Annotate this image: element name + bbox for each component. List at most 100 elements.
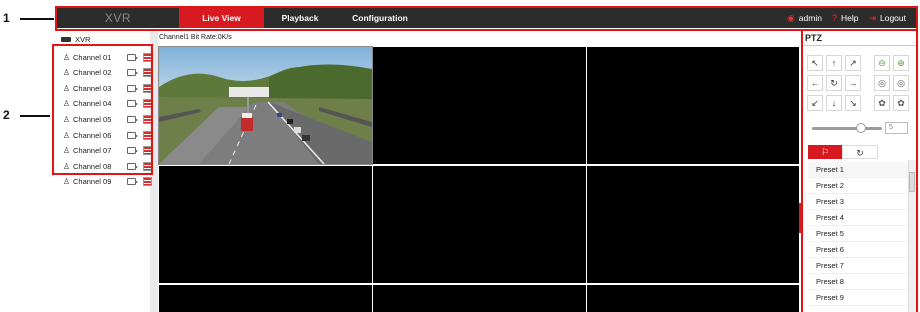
focus-near-icon[interactable]: ◎ (874, 75, 890, 91)
channel-label: Channel 04 (73, 99, 112, 109)
alarm-output-icon[interactable] (143, 68, 152, 78)
preset-item[interactable]: Preset 4 (808, 210, 908, 226)
camera-channel-icon: ♙ (62, 177, 71, 187)
tree-channel-item[interactable]: ♙ Channel 05 (62, 112, 152, 126)
channel-label: Channel 08 (73, 161, 112, 171)
channel-label: Channel 06 (73, 130, 112, 140)
alarm-output-icon[interactable] (143, 83, 152, 93)
alarm-output-icon[interactable] (143, 161, 152, 171)
logout-icon: ⇥ (868, 12, 876, 23)
tree-channel-item[interactable]: ♙ Channel 08 (62, 159, 152, 173)
video-cell-9[interactable] (587, 285, 799, 312)
record-icon[interactable] (127, 115, 138, 123)
preset-item[interactable]: Preset 2 (808, 178, 908, 194)
tree-channel-item[interactable]: ♙ Channel 07 (62, 144, 152, 158)
tree-channel-item[interactable]: ♙ Channel 06 (62, 128, 152, 142)
alarm-output-icon[interactable] (143, 177, 152, 187)
ptz-speed-input[interactable]: 5 (885, 122, 908, 134)
top-navigation-bar: XVR Live View Playback Configuration ◉ a… (57, 8, 916, 28)
logout-label: Logout (880, 13, 906, 23)
tab-live-view[interactable]: Live View (179, 8, 264, 28)
video-cell-3[interactable] (587, 47, 799, 164)
preset-scrollbar-thumb[interactable] (909, 172, 915, 192)
video-cell-1[interactable] (158, 46, 373, 165)
focus-far-icon[interactable]: ◎ (893, 75, 909, 91)
record-icon[interactable] (127, 84, 138, 92)
channel-label: Channel 09 (73, 177, 112, 187)
tree-channel-item[interactable]: ♙ Channel 02 (62, 66, 152, 80)
highway-camera-feed (159, 47, 372, 164)
camera-channel-icon: ♙ (62, 130, 71, 140)
preset-item[interactable]: Preset 9 (808, 290, 908, 306)
camera-channel-icon: ♙ (62, 99, 71, 109)
channel-label: Channel 02 (73, 68, 112, 78)
channel-label: Channel 07 (73, 146, 112, 156)
tab-presets[interactable]: ⚐ (808, 145, 842, 159)
video-cell-2[interactable] (373, 47, 586, 164)
tree-root-xvr[interactable]: XVR (61, 35, 90, 44)
alarm-output-icon[interactable] (143, 99, 152, 109)
record-icon[interactable] (127, 162, 138, 170)
tree-root-label: XVR (75, 35, 91, 44)
ptz-auto-scan-button[interactable]: ↻ (826, 75, 842, 91)
ptz-down-left-button[interactable]: ↙ (807, 95, 823, 111)
video-cell-4[interactable] (159, 166, 372, 283)
help-button[interactable]: ? Help (832, 13, 859, 23)
tree-channel-item[interactable]: ♙ Channel 04 (62, 97, 152, 111)
ptz-speed-slider-handle[interactable] (856, 123, 866, 133)
record-icon[interactable] (127, 100, 138, 108)
preset-item[interactable]: Preset 1 (808, 162, 908, 178)
alarm-output-icon[interactable] (143, 146, 152, 156)
tree-channel-item[interactable]: ♙ Channel 01 (62, 50, 152, 64)
preset-item[interactable]: Preset 3 (808, 194, 908, 210)
zoom-out-icon[interactable]: ⊖ (874, 55, 890, 71)
record-icon[interactable] (127, 147, 138, 155)
record-icon[interactable] (127, 69, 138, 77)
ptz-up-left-button[interactable]: ↖ (807, 55, 823, 71)
preset-item[interactable]: Preset 6 (808, 242, 908, 258)
record-icon[interactable] (127, 131, 138, 139)
user-account-button[interactable]: ◉ admin (787, 13, 822, 24)
ptz-up-button[interactable]: ↑ (826, 55, 842, 71)
username-label: admin (798, 13, 822, 23)
video-grid (158, 45, 799, 312)
iris-close-icon[interactable]: ✿ (874, 95, 890, 111)
preset-item[interactable]: Preset 5 (808, 226, 908, 242)
logout-button[interactable]: ⇥ Logout (868, 13, 906, 24)
tab-cruise[interactable]: ↻ (842, 145, 878, 159)
tab-configuration[interactable]: Configuration (336, 8, 424, 28)
ptz-divider (803, 45, 916, 46)
iris-open-icon[interactable]: ✿ (893, 95, 909, 111)
app-logo: XVR (104, 11, 132, 25)
ptz-up-right-button[interactable]: ↗ (845, 55, 861, 71)
alarm-output-icon[interactable] (143, 52, 152, 62)
preset-list: Preset 1 Preset 2 Preset 3 Preset 4 Preset 5… (808, 162, 908, 306)
video-cell-5[interactable] (373, 166, 586, 283)
ptz-speed-slider[interactable] (812, 127, 882, 130)
ptz-title: PTZ (805, 33, 822, 43)
ptz-down-button[interactable]: ↓ (826, 95, 842, 111)
zoom-in-icon[interactable]: ⊕ (893, 55, 909, 71)
record-icon[interactable] (127, 178, 138, 186)
ptz-left-button[interactable]: ← (807, 75, 823, 91)
callout-number-2: 2 (3, 108, 10, 122)
callout-number-1: 1 (3, 11, 10, 25)
alarm-output-icon[interactable] (143, 114, 152, 124)
video-cell-6[interactable] (587, 166, 799, 283)
camera-channel-icon: ♙ (62, 83, 71, 93)
video-cell-7[interactable] (159, 285, 372, 312)
alarm-output-icon[interactable] (143, 130, 152, 140)
help-label: Help (840, 13, 859, 23)
channel-label: Channel 05 (73, 114, 112, 124)
channel-label: Channel 01 (73, 52, 112, 62)
tree-channel-item[interactable]: ♙ Channel 03 (62, 81, 152, 95)
tab-playback[interactable]: Playback (264, 8, 336, 28)
ptz-right-button[interactable]: → (845, 75, 861, 91)
camera-channel-icon: ♙ (62, 68, 71, 78)
video-cell-8[interactable] (373, 285, 586, 312)
ptz-down-right-button[interactable]: ↘ (845, 95, 861, 111)
record-icon[interactable] (127, 53, 138, 61)
tree-channel-item[interactable]: ♙ Channel 09 (62, 175, 152, 189)
preset-item[interactable]: Preset 8 (808, 274, 908, 290)
preset-item[interactable]: Preset 7 (808, 258, 908, 274)
